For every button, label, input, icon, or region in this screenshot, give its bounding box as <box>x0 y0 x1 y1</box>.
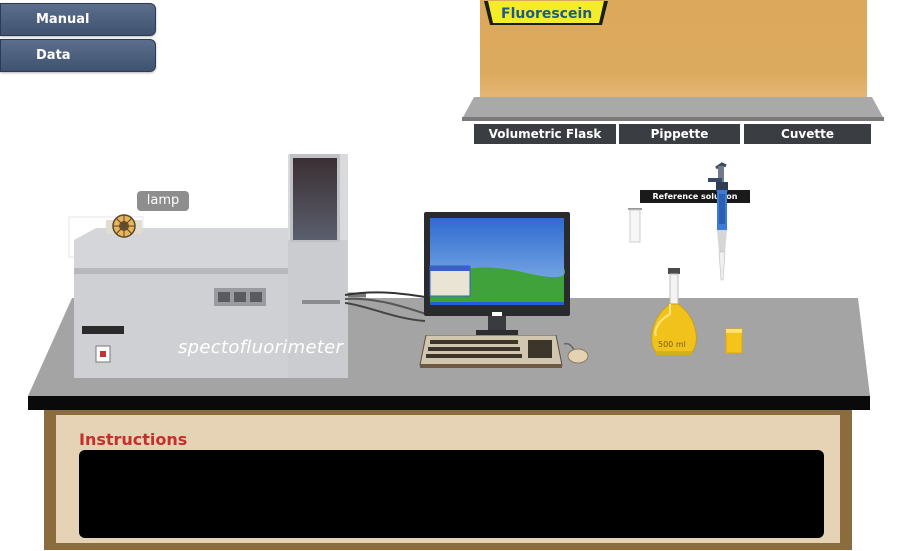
lab-bench-edge <box>28 396 870 410</box>
fluorescein-tab[interactable]: Fluorescein <box>484 1 608 25</box>
flask-volume-label: 500 ml <box>658 340 686 349</box>
mouse <box>564 342 589 364</box>
data-button[interactable]: Data <box>0 39 156 72</box>
keyboard <box>419 335 563 368</box>
pipette-button[interactable]: Pippette <box>619 124 740 144</box>
shelf-board <box>462 97 884 121</box>
pipette[interactable] <box>700 162 740 286</box>
reference-test-tube[interactable] <box>626 208 644 246</box>
lamp-label[interactable]: lamp <box>137 191 189 211</box>
computer-monitor[interactable] <box>422 210 572 340</box>
spectrofluorimeter-label: spectofluorimeter <box>178 337 344 358</box>
fluorescein-tab-label: Fluorescein <box>501 6 592 22</box>
instructions-text-box <box>79 450 824 538</box>
cuvette-button[interactable]: Cuvette <box>744 124 871 144</box>
manual-button[interactable]: Manual <box>0 3 156 36</box>
cuvette[interactable] <box>724 327 744 355</box>
volumetric-flask-button[interactable]: Volumetric Flask <box>474 124 616 144</box>
instructions-title: Instructions <box>79 430 188 449</box>
